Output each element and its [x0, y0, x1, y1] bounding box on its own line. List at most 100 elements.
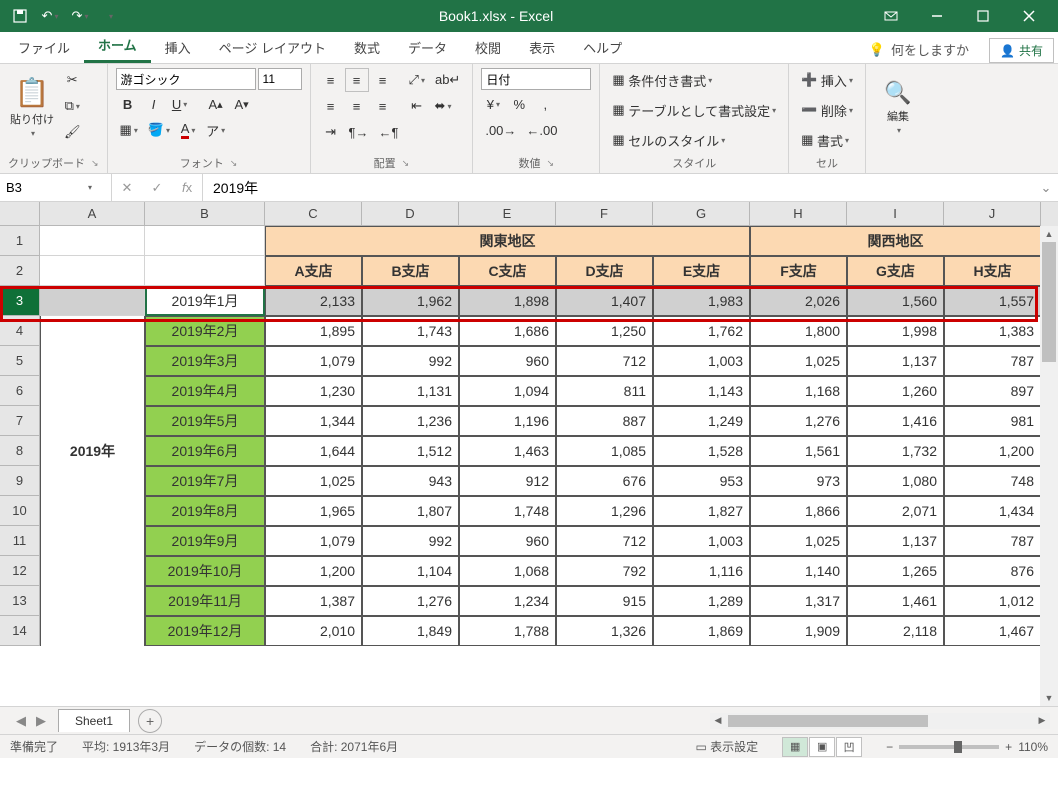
- month-cell-7[interactable]: 2019年8月: [145, 496, 265, 526]
- data-cell-14-7[interactable]: 1,467: [944, 616, 1041, 646]
- month-cell-5[interactable]: 2019年6月: [145, 436, 265, 466]
- cell-A10[interactable]: [40, 496, 145, 526]
- data-cell-4-2[interactable]: 1,686: [459, 316, 556, 346]
- data-cell-4-6[interactable]: 1,998: [847, 316, 944, 346]
- row-header-5[interactable]: 5: [0, 346, 40, 376]
- row-header-7[interactable]: 7: [0, 406, 40, 436]
- scroll-right-button[interactable]: ▶: [1034, 713, 1050, 729]
- font-size-select[interactable]: [258, 68, 302, 90]
- row-header-6[interactable]: 6: [0, 376, 40, 406]
- data-cell-14-5[interactable]: 1,909: [750, 616, 847, 646]
- decrease-font-button[interactable]: A▾: [230, 92, 254, 116]
- col-header-F[interactable]: F: [556, 202, 653, 226]
- data-cell-12-2[interactable]: 1,068: [459, 556, 556, 586]
- data-cell-10-7[interactable]: 1,434: [944, 496, 1041, 526]
- data-cell-13-5[interactable]: 1,317: [750, 586, 847, 616]
- month-cell-8[interactable]: 2019年9月: [145, 526, 265, 556]
- font-launcher[interactable]: ↘: [230, 158, 238, 169]
- data-cell-11-2[interactable]: 960: [459, 526, 556, 556]
- enter-formula-button[interactable]: ✓: [142, 174, 172, 201]
- year-cell[interactable]: 2019年: [40, 436, 145, 466]
- fill-color-button[interactable]: 🪣▾: [144, 118, 174, 142]
- data-cell-5-7[interactable]: 787: [944, 346, 1041, 376]
- data-cell-14-0[interactable]: 2,010: [265, 616, 362, 646]
- ltr-button[interactable]: ¶→: [345, 120, 373, 144]
- col-header-H[interactable]: H: [750, 202, 847, 226]
- save-icon[interactable]: [6, 2, 34, 30]
- align-launcher[interactable]: ↘: [402, 158, 410, 169]
- row-header-9[interactable]: 9: [0, 466, 40, 496]
- data-cell-10-5[interactable]: 1,866: [750, 496, 847, 526]
- align-bottom-button[interactable]: ≡: [371, 68, 395, 92]
- data-cell-12-7[interactable]: 876: [944, 556, 1041, 586]
- data-cell-14-2[interactable]: 1,788: [459, 616, 556, 646]
- col-header-D[interactable]: D: [362, 202, 459, 226]
- copy-button[interactable]: ⧉▾: [60, 94, 85, 118]
- insert-cells-button[interactable]: ➕ 挿入▾: [797, 68, 857, 92]
- data-cell-3-2[interactable]: 1,898: [459, 286, 556, 316]
- scroll-up-button[interactable]: ▲: [1040, 226, 1058, 242]
- number-launcher[interactable]: ↘: [547, 158, 555, 169]
- data-cell-8-3[interactable]: 1,085: [556, 436, 653, 466]
- data-cell-4-3[interactable]: 1,250: [556, 316, 653, 346]
- data-cell-10-4[interactable]: 1,827: [653, 496, 750, 526]
- currency-button[interactable]: ¥▾: [481, 92, 505, 116]
- align-center-button[interactable]: ≡: [345, 94, 369, 118]
- cell-A3[interactable]: [40, 286, 145, 316]
- data-cell-10-3[interactable]: 1,296: [556, 496, 653, 526]
- sheet-nav-next[interactable]: ▶: [32, 713, 50, 729]
- shop-header-4[interactable]: E支店: [653, 256, 750, 286]
- rtl-button[interactable]: ←¶: [375, 120, 403, 144]
- data-cell-7-4[interactable]: 1,249: [653, 406, 750, 436]
- region-kansai[interactable]: 関西地区: [750, 226, 1041, 256]
- decrease-indent-button[interactable]: ⇤: [405, 94, 429, 118]
- data-cell-4-0[interactable]: 1,895: [265, 316, 362, 346]
- row-header-3[interactable]: 3: [0, 286, 40, 316]
- month-cell-1[interactable]: 2019年2月: [145, 316, 265, 346]
- find-select-button[interactable]: 🔍 編集 ▾: [874, 68, 922, 146]
- col-header-I[interactable]: I: [847, 202, 944, 226]
- data-cell-10-6[interactable]: 2,071: [847, 496, 944, 526]
- data-cell-3-3[interactable]: 1,407: [556, 286, 653, 316]
- data-cell-3-5[interactable]: 2,026: [750, 286, 847, 316]
- scroll-left-button[interactable]: ◀: [710, 713, 726, 729]
- data-cell-9-2[interactable]: 912: [459, 466, 556, 496]
- fx-button[interactable]: fx: [172, 174, 202, 201]
- close-button[interactable]: [1006, 0, 1052, 32]
- scroll-down-button[interactable]: ▼: [1040, 690, 1058, 706]
- page-break-view-button[interactable]: 凹: [836, 737, 862, 757]
- data-cell-5-5[interactable]: 1,025: [750, 346, 847, 376]
- cell-A9[interactable]: [40, 466, 145, 496]
- data-cell-13-2[interactable]: 1,234: [459, 586, 556, 616]
- shop-header-6[interactable]: G支店: [847, 256, 944, 286]
- zoom-slider[interactable]: [899, 745, 999, 749]
- increase-indent-button[interactable]: ⇥: [319, 120, 343, 144]
- row-header-12[interactable]: 12: [0, 556, 40, 586]
- data-cell-9-7[interactable]: 748: [944, 466, 1041, 496]
- comma-button[interactable]: ,: [533, 92, 557, 116]
- data-cell-13-4[interactable]: 1,289: [653, 586, 750, 616]
- undo-button[interactable]: ↶▾: [36, 2, 64, 30]
- data-cell-4-7[interactable]: 1,383: [944, 316, 1041, 346]
- shop-header-2[interactable]: C支店: [459, 256, 556, 286]
- name-box[interactable]: ▾: [0, 174, 112, 201]
- cell-A11[interactable]: [40, 526, 145, 556]
- data-cell-6-3[interactable]: 811: [556, 376, 653, 406]
- data-cell-6-5[interactable]: 1,168: [750, 376, 847, 406]
- data-cell-7-7[interactable]: 981: [944, 406, 1041, 436]
- page-layout-view-button[interactable]: ▣: [809, 737, 835, 757]
- data-cell-10-2[interactable]: 1,748: [459, 496, 556, 526]
- redo-button[interactable]: ↷▾: [66, 2, 94, 30]
- data-cell-8-1[interactable]: 1,512: [362, 436, 459, 466]
- cell-A2[interactable]: [40, 256, 145, 286]
- data-cell-10-0[interactable]: 1,965: [265, 496, 362, 526]
- increase-decimal-button[interactable]: .00→: [481, 118, 520, 142]
- hscroll-thumb[interactable]: [728, 715, 928, 727]
- row-header-14[interactable]: 14: [0, 616, 40, 646]
- tab-data[interactable]: データ: [394, 32, 461, 63]
- tell-me-search[interactable]: 💡 何をしますか: [859, 36, 979, 63]
- cell-A13[interactable]: [40, 586, 145, 616]
- clipboard-launcher[interactable]: ↘: [91, 158, 99, 169]
- percent-button[interactable]: %: [507, 92, 531, 116]
- display-settings[interactable]: ▭ 表示設定: [695, 738, 758, 755]
